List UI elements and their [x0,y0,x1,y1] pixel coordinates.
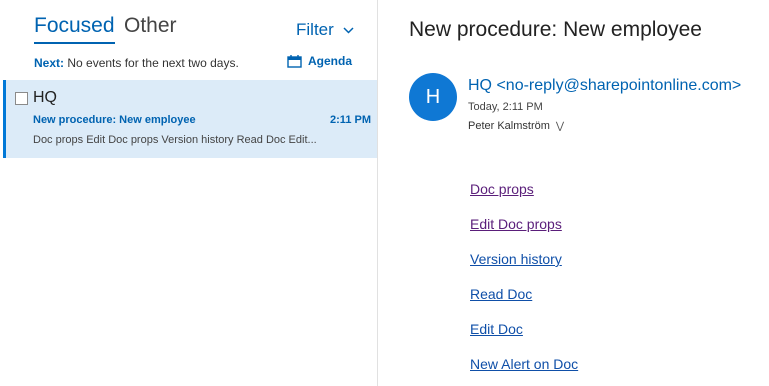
next-label: Next: [34,56,65,70]
next-events-text: No events for the next two days. [67,56,239,70]
filter-button[interactable]: Filter [296,20,354,40]
message-sender: HQ [33,89,57,106]
message-list-item[interactable]: HQ New procedure: New employee 2:11 PM D… [3,80,377,158]
double-chevron-down-icon[interactable]: ⋁ [556,121,564,132]
next-events-line: Next: No events for the next two days. [34,56,239,70]
message-time: 2:11 PM [330,114,371,126]
tab-focused[interactable]: Focused [34,14,115,44]
email-subject-title: New procedure: New employee [409,18,702,41]
sender-address[interactable]: HQ <no-reply@sharepointonline.com> [468,77,741,95]
message-subject: New procedure: New employee [33,114,196,126]
reading-pane: New procedure: New employee H HQ <no-rep… [379,0,769,386]
link-read-doc[interactable]: Read Doc [470,285,578,320]
sent-time: Today, 2:11 PM [468,101,543,113]
link-doc-props[interactable]: Doc props [470,180,578,215]
link-edit-doc-props[interactable]: Edit Doc props [470,215,578,250]
agenda-label: Agenda [308,54,353,68]
calendar-icon [287,55,302,68]
link-new-alert-on-doc[interactable]: New Alert on Doc [470,355,578,386]
link-edit-doc[interactable]: Edit Doc [470,320,578,355]
recipient-name: Peter Kalmström [468,120,550,132]
select-checkbox[interactable] [15,92,28,105]
email-body-links: Doc props Edit Doc props Version history… [470,180,578,386]
tab-other[interactable]: Other [124,14,177,38]
message-preview: Doc props Edit Doc props Version history… [33,134,317,146]
link-version-history[interactable]: Version history [470,250,578,285]
avatar[interactable]: H [409,73,457,121]
agenda-button[interactable]: Agenda [287,54,352,68]
message-list-pane: Focused Other Filter Next: No events for… [0,0,378,386]
chevron-down-icon [343,26,354,34]
filter-label: Filter [296,20,334,39]
recipient-line[interactable]: Peter Kalmström ⋁ [468,120,564,132]
